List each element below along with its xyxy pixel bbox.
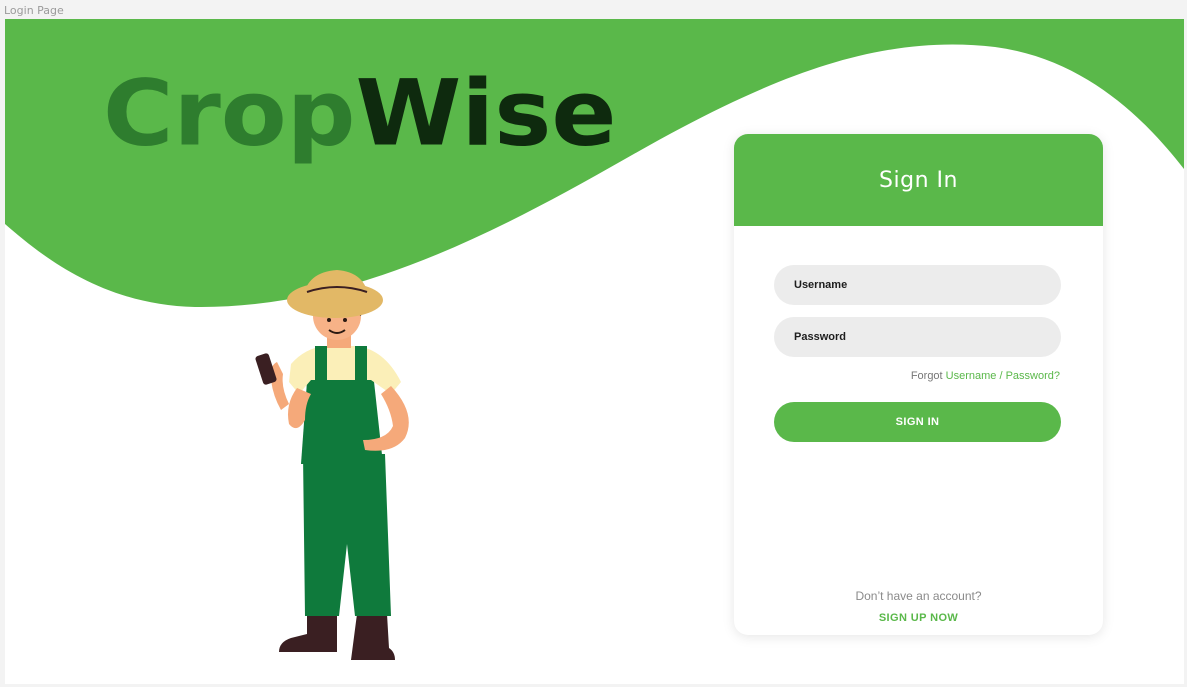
logo-crop: Crop (103, 59, 356, 167)
no-account-text: Don’t have an account? (855, 589, 982, 603)
logo-wise: Wise (355, 59, 617, 167)
signin-button[interactable]: SIGN IN (774, 402, 1061, 442)
forgot-credentials-link[interactable]: Username / Password? (946, 370, 1060, 382)
forgot-prefix: Forgot (910, 370, 943, 382)
farmer-illustration (255, 270, 409, 660)
cropwise-logo: CropWise (103, 67, 617, 158)
signin-card: Sign In Forgot Username / Password? SIGN… (734, 134, 1103, 635)
username-input[interactable] (774, 265, 1061, 305)
window-title: Login Page (4, 4, 64, 17)
login-page: CropWise Sign In Username Forgot Usernam… (5, 19, 1184, 684)
forgot-credentials: Forgot Username / Password? (911, 370, 1060, 382)
password-input[interactable] (774, 317, 1061, 357)
signup-link[interactable]: SIGN UP NOW (734, 612, 1103, 624)
signin-header: Sign In (734, 134, 1103, 226)
signin-title: Sign In (879, 167, 958, 193)
